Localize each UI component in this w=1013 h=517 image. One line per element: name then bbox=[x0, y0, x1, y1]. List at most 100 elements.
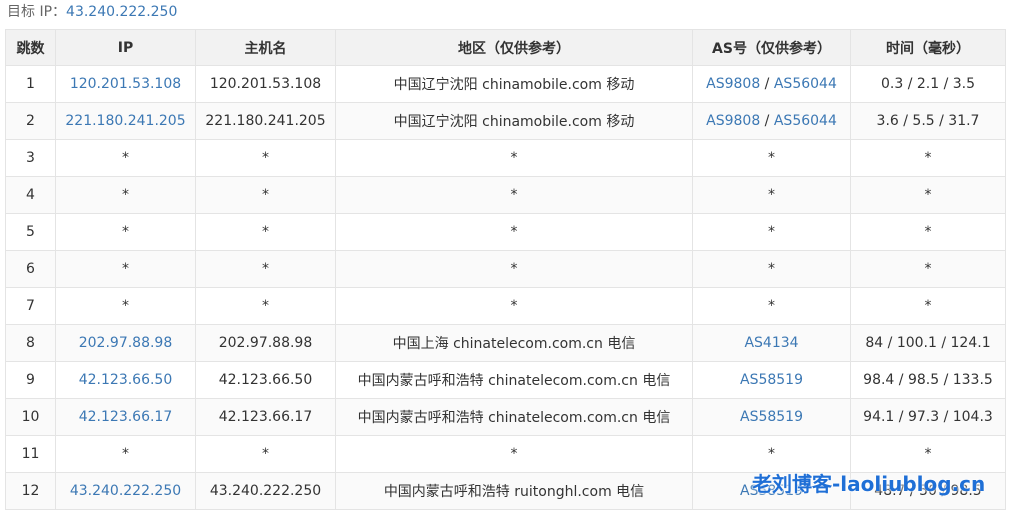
table-row: 4 * * * * * bbox=[5, 176, 1006, 214]
as-cell: AS4134 bbox=[692, 324, 851, 362]
as-cell: * bbox=[692, 287, 851, 325]
as-link[interactable]: AS58519 bbox=[740, 372, 803, 388]
region-cell: * bbox=[335, 139, 693, 177]
time-cell: 94.1 / 97.3 / 104.3 bbox=[850, 398, 1006, 436]
ip-cell: * bbox=[55, 139, 196, 177]
ip-cell-text: * bbox=[122, 150, 129, 166]
region-cell-text: 中国辽宁沈阳 chinamobile.com 移动 bbox=[393, 77, 635, 93]
hostname-cell-text: * bbox=[262, 261, 269, 277]
hostname-cell: * bbox=[195, 435, 336, 473]
ip-link-text[interactable]: 120.201.53.108 bbox=[70, 76, 181, 92]
ip-link-text[interactable]: 42.123.66.17 bbox=[79, 409, 173, 425]
hop-cell-text: 7 bbox=[26, 298, 35, 314]
hostname-cell-text: 42.123.66.50 bbox=[218, 372, 313, 388]
hostname-cell: 43.240.222.250 bbox=[195, 472, 336, 510]
region-cell: * bbox=[335, 250, 693, 288]
region-cell-text: 中国内蒙古呼和浩特 ruitonghl.com 电信 bbox=[383, 484, 645, 500]
ip-link[interactable]: 42.123.66.50 bbox=[55, 361, 196, 399]
hostname-cell-text: 43.240.222.250 bbox=[209, 483, 322, 499]
hostname-cell-text: * bbox=[262, 224, 269, 240]
table-body: 1 120.201.53.108 120.201.53.108 中国辽宁沈阳 chin… bbox=[5, 65, 1006, 510]
hop-cell: 3 bbox=[5, 139, 56, 177]
region-cell: 中国内蒙古呼和浩特 chinatelecom.com.cn 电信 bbox=[335, 398, 693, 436]
hop-cell: 1 bbox=[5, 65, 56, 103]
ip-cell-text: * bbox=[122, 224, 129, 240]
col-header-hostname: 主机名 bbox=[195, 29, 336, 66]
ip-cell-text: * bbox=[122, 446, 129, 462]
as-cell: * bbox=[692, 139, 851, 177]
region-cell-text: * bbox=[510, 261, 518, 277]
hostname-cell-text: * bbox=[262, 150, 269, 166]
ip-link[interactable]: 202.97.88.98 bbox=[55, 324, 196, 362]
time-cell-text: 84 / 100.1 / 124.1 bbox=[865, 335, 991, 351]
table-row: 1 120.201.53.108 120.201.53.108 中国辽宁沈阳 chin… bbox=[5, 65, 1006, 103]
col-header-time: 时间（毫秒） bbox=[850, 29, 1006, 66]
as-cell: * bbox=[692, 250, 851, 288]
hop-cell-text: 6 bbox=[26, 261, 35, 277]
time-cell: 84 / 100.1 / 124.1 bbox=[850, 324, 1006, 362]
ip-cell: * bbox=[55, 213, 196, 251]
col-header-region: 地区（仅供参考） bbox=[335, 29, 693, 66]
hop-cell: 2 bbox=[5, 102, 56, 140]
table-row: 10 42.123.66.17 42.123.66.17 中国内蒙古呼和浩特 chin… bbox=[5, 398, 1006, 436]
ip-link-text[interactable]: 42.123.66.50 bbox=[79, 372, 173, 388]
hop-cell-text: 2 bbox=[26, 113, 35, 129]
hostname-cell: 221.180.241.205 bbox=[195, 102, 336, 140]
time-cell-text: 94.1 / 97.3 / 104.3 bbox=[863, 409, 993, 425]
table-row: 9 42.123.66.50 42.123.66.50 中国内蒙古呼和浩特 china… bbox=[5, 361, 1006, 399]
col-header-ip: IP bbox=[55, 29, 196, 66]
hop-cell-text: 11 bbox=[21, 446, 40, 462]
ip-link[interactable]: 43.240.222.250 bbox=[55, 472, 196, 510]
hop-cell: 5 bbox=[5, 213, 56, 251]
as-separator: / bbox=[760, 76, 774, 92]
region-cell: * bbox=[335, 213, 693, 251]
ip-cell-text: * bbox=[122, 298, 129, 314]
ip-link-text[interactable]: 43.240.222.250 bbox=[70, 483, 181, 499]
as-separator: / bbox=[760, 113, 774, 129]
region-cell-text: 中国辽宁沈阳 chinamobile.com 移动 bbox=[393, 114, 635, 130]
as-link[interactable]: AS56044 bbox=[774, 113, 837, 129]
hostname-cell-text: 42.123.66.17 bbox=[218, 409, 313, 425]
as-cell: AS58519 bbox=[692, 361, 851, 399]
as-cell: AS9808 / AS56044 bbox=[692, 65, 851, 103]
time-cell-text: * bbox=[924, 224, 932, 240]
ip-link[interactable]: 221.180.241.205 bbox=[55, 102, 196, 140]
as-link[interactable]: AS9808 bbox=[706, 76, 760, 92]
hop-cell: 11 bbox=[5, 435, 56, 473]
table-row: 3 * * * * * bbox=[5, 139, 1006, 177]
region-cell: 中国辽宁沈阳 chinamobile.com 移动 bbox=[335, 65, 693, 103]
region-cell-text: 中国上海 chinatelecom.com.cn 电信 bbox=[392, 336, 636, 352]
ip-link-text[interactable]: 202.97.88.98 bbox=[79, 335, 173, 351]
ip-cell: * bbox=[55, 287, 196, 325]
as-link[interactable]: AS58519 bbox=[740, 409, 803, 425]
as-link[interactable]: AS4134 bbox=[744, 335, 798, 351]
time-cell: * bbox=[850, 435, 1006, 473]
hostname-cell: 42.123.66.50 bbox=[195, 361, 336, 399]
region-cell-text: 中国内蒙古呼和浩特 chinatelecom.com.cn 电信 bbox=[357, 410, 671, 426]
watermark-text: 老刘博客-laoliublog.cn bbox=[752, 472, 986, 496]
region-cell-text: * bbox=[510, 446, 518, 462]
hostname-cell: * bbox=[195, 176, 336, 214]
ip-link-text[interactable]: 221.180.241.205 bbox=[65, 113, 185, 129]
as-link[interactable]: AS9808 bbox=[706, 113, 760, 129]
hop-cell: 12 bbox=[5, 472, 56, 510]
target-ip-label: 目标 IP： bbox=[7, 4, 67, 20]
time-cell-text: 0.3 / 2.1 / 3.5 bbox=[880, 76, 976, 92]
hostname-cell: 42.123.66.17 bbox=[195, 398, 336, 436]
hostname-cell: 202.97.88.98 bbox=[195, 324, 336, 362]
target-ip-line: 目标 IP：43.240.222.250 bbox=[7, 2, 177, 22]
target-ip-value: 43.240.222.250 bbox=[66, 4, 178, 20]
as-text: * bbox=[768, 446, 775, 462]
time-cell: * bbox=[850, 287, 1006, 325]
ip-link[interactable]: 120.201.53.108 bbox=[55, 65, 196, 103]
table-row: 11 * * * * * bbox=[5, 435, 1006, 473]
region-cell: 中国上海 chinatelecom.com.cn 电信 bbox=[335, 324, 693, 362]
time-cell: * bbox=[850, 250, 1006, 288]
region-cell-text: * bbox=[510, 224, 518, 240]
ip-link[interactable]: 42.123.66.17 bbox=[55, 398, 196, 436]
as-link[interactable]: AS56044 bbox=[774, 76, 837, 92]
table-row: 5 * * * * * bbox=[5, 213, 1006, 251]
as-text: * bbox=[768, 298, 775, 314]
region-cell-text: * bbox=[510, 187, 518, 203]
hostname-cell-text: * bbox=[262, 187, 269, 203]
